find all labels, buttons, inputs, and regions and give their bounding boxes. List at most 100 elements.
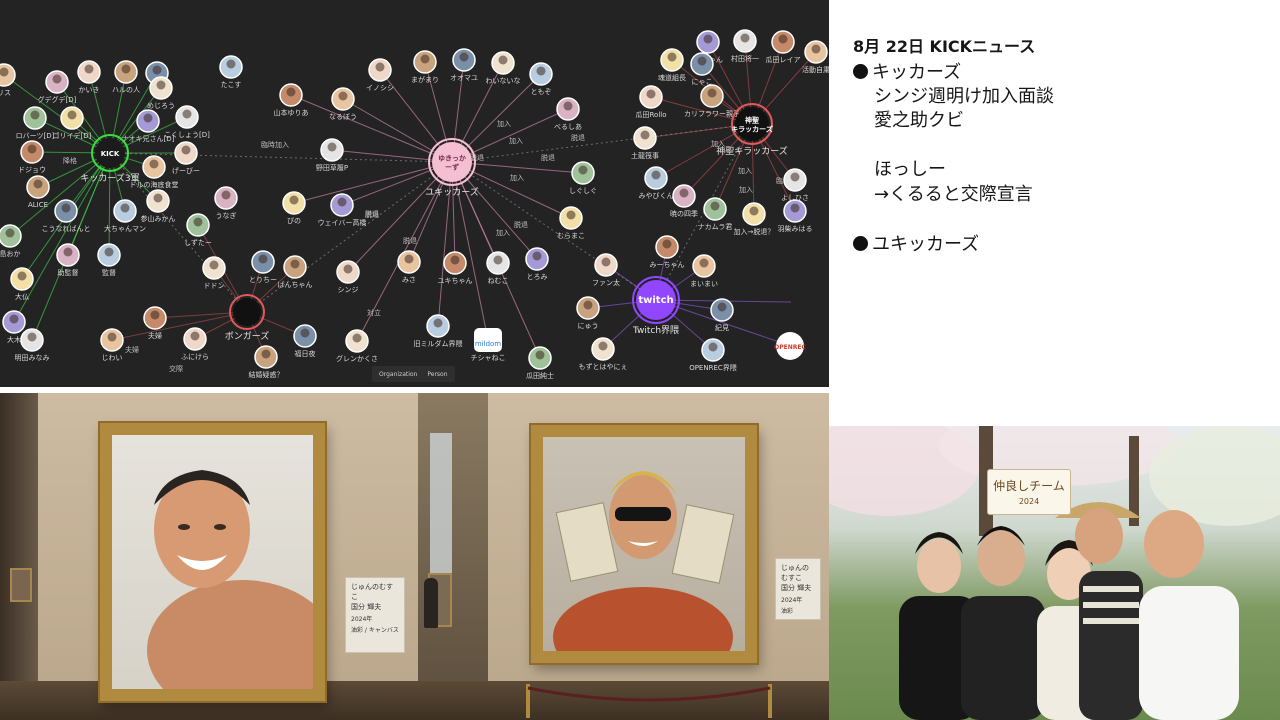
graph-node[interactable]: めじろう	[147, 76, 175, 110]
graph-node[interactable]: 福日夜	[293, 324, 317, 358]
graph-hub-twitch[interactable]: twitch Twitch界隈	[632, 276, 680, 336]
graph-node[interactable]: ばんちゃん	[278, 255, 313, 289]
avatar-face-icon	[708, 342, 718, 352]
graph-node[interactable]: ドジョウ	[18, 140, 46, 174]
avatar-face-icon	[337, 197, 347, 207]
avatar-face-icon	[450, 255, 460, 265]
graph-node[interactable]: 夫婦	[143, 306, 167, 340]
graph-node[interactable]: ふにけら	[181, 327, 209, 361]
node-label: げーびー	[172, 166, 200, 175]
portrait-frame-right	[531, 425, 757, 663]
graph-node[interactable]: リス	[0, 63, 16, 97]
graph-node[interactable]: 瓜田純士	[526, 346, 554, 380]
avatar-face-icon	[532, 251, 542, 261]
avatar-face-icon	[338, 91, 348, 101]
graph-node[interactable]: なるぼう	[329, 87, 357, 121]
avatar-face-icon	[209, 260, 219, 270]
graph-node[interactable]: しずたー	[184, 213, 212, 247]
graph-node[interactable]: 魂道組長	[658, 48, 686, 82]
graph-node[interactable]: 助監督	[56, 243, 80, 277]
node-label: 大木	[7, 335, 21, 344]
graph-node[interactable]: オオマユ	[450, 48, 478, 82]
edge-label: 降格	[63, 156, 77, 165]
node-label: ファン太	[592, 278, 620, 287]
graph-node[interactable]: ウェイバー高橋	[318, 193, 367, 227]
node-label: 福日夜	[295, 349, 316, 358]
graph-node[interactable]: シンジ	[336, 260, 360, 294]
graph-node[interactable]: ともぞ	[529, 62, 553, 96]
graph-node[interactable]: たこす	[219, 55, 243, 89]
graph-node[interactable]: 監督	[97, 243, 121, 277]
avatar-face-icon	[84, 64, 94, 74]
graph-node[interactable]: ナカムラ君	[698, 197, 733, 231]
graph-hub-yukkers[interactable]: ゆきっかーずユキッカーズ	[425, 138, 479, 198]
graph-node[interactable]: グレンかくさ	[336, 329, 378, 363]
graph-node[interactable]: ドドン	[202, 256, 226, 290]
node-label: OPENREC界隈	[689, 363, 737, 372]
graph-node[interactable]: にゃこ	[690, 52, 714, 86]
graph-node[interactable]: 明田みなみ	[15, 328, 50, 362]
graph-node[interactable]: 旧ミルダム界隈	[414, 314, 463, 348]
portrait-frame-left	[100, 423, 325, 701]
placard-name: 国分 輝夫	[781, 584, 812, 592]
graph-node[interactable]: もずとはやにぇ	[579, 337, 628, 371]
graph-node[interactable]: 島おか	[0, 224, 22, 258]
graph-node[interactable]: じわい	[100, 328, 124, 362]
graph-node[interactable]: にゅう	[576, 296, 600, 330]
graph-node[interactable]: 結婚疑惑？	[249, 345, 284, 379]
node-label: 島おか	[0, 249, 21, 258]
graph-node[interactable]: ファン太	[592, 253, 620, 287]
node-label: なるぼう	[329, 113, 357, 121]
graph-node[interactable]: むらまこ	[557, 206, 585, 240]
graph-nodes[interactable]: リスかいきハルの人ヤナめじろうたこすグデグデ[D]ロバーツ[D]ゴリイデ[D]ナ…	[0, 29, 829, 380]
avatar-face-icon	[156, 80, 166, 90]
graph-node[interactable]: わいないな	[486, 51, 521, 85]
node-label: 瓜田レイア	[766, 56, 801, 64]
graph-node[interactable]: 野田草履P	[316, 138, 348, 172]
avatar-face-icon	[143, 113, 153, 123]
graph-node[interactable]: みさ	[397, 250, 421, 284]
graph-node[interactable]: まいまい	[690, 254, 718, 288]
relationship-graph[interactable]: 加入脱退加入脱退加入 脱退臨時加入降格脱退対立夫婦交際加入加入脱退脱退加入脱退加入…	[0, 0, 829, 387]
mildom-logo[interactable]: mildom	[474, 328, 502, 352]
graph-node[interactable]: 瓜田Rollo	[635, 85, 667, 119]
graph-node[interactable]: べるしあ	[554, 97, 582, 131]
graph-node[interactable]: よしひさ	[781, 168, 809, 202]
graph-node[interactable]: うなぎ	[214, 186, 238, 220]
edge-label: 脱退	[514, 220, 528, 229]
graph-node[interactable]: 大仏	[10, 267, 34, 301]
graph-node[interactable]: みーちゃん	[650, 235, 685, 269]
graph-node[interactable]: げーびー	[172, 141, 200, 175]
graph-node[interactable]: OPENREC界隈	[689, 338, 737, 372]
graph-node[interactable]: ゴリイデ[D]	[53, 106, 92, 140]
hub-logo-icon[interactable]	[233, 298, 261, 326]
graph-node[interactable]: イノシシ	[366, 58, 394, 92]
graph-node[interactable]: かいき	[77, 60, 101, 94]
graph-node[interactable]: ロバーツ[D]	[16, 106, 55, 140]
graph-node[interactable]: 羽柴みはる	[778, 199, 813, 233]
avatar-face-icon	[790, 203, 800, 213]
graph-node[interactable]: グデグデ[D]	[38, 70, 77, 104]
graph-node[interactable]: 紀見	[710, 298, 734, 332]
graph-node[interactable]: ぴの	[282, 191, 306, 225]
network-graph-panel[interactable]: 加入 脱退 加入 脱退 加入 脱退 臨時加入 降格 脱退 対立 夫婦 交際 加入 加入 脱退 脱退 加入 脱退 加入…	[0, 0, 829, 387]
graph-node[interactable]: ALICE	[26, 175, 50, 209]
graph-node[interactable]: みやびくん	[639, 166, 674, 200]
graph-node[interactable]: しぐしぐ	[569, 161, 597, 195]
graph-node[interactable]: 村田将一	[731, 29, 759, 63]
graph-node[interactable]: 土龍筏事	[631, 126, 659, 160]
graph-node[interactable]: 加入→脱退？	[734, 202, 775, 236]
graph-node[interactable]: ねむこ	[486, 251, 510, 285]
openrec-logo[interactable]: OPENREC	[774, 332, 806, 360]
node-label: 瓜田Rollo	[635, 111, 666, 119]
graph-node[interactable]: ハルの人	[112, 60, 140, 94]
graph-node[interactable]: 活動自粛	[802, 40, 829, 74]
graph-node[interactable]: とろみ	[525, 247, 549, 281]
graph-node[interactable]: まがまり	[411, 50, 439, 84]
graph-node[interactable]: こくしょう[D]	[164, 105, 210, 139]
graph-node[interactable]: とりちー	[249, 250, 277, 284]
graph-node[interactable]: カリフラワー親子	[684, 84, 740, 118]
graph-hub-bongers[interactable]: ボンガーズ	[225, 294, 270, 342]
graph-node[interactable]: 暁の四季	[670, 184, 698, 218]
graph-node[interactable]: 瓜田レイア	[766, 30, 801, 64]
